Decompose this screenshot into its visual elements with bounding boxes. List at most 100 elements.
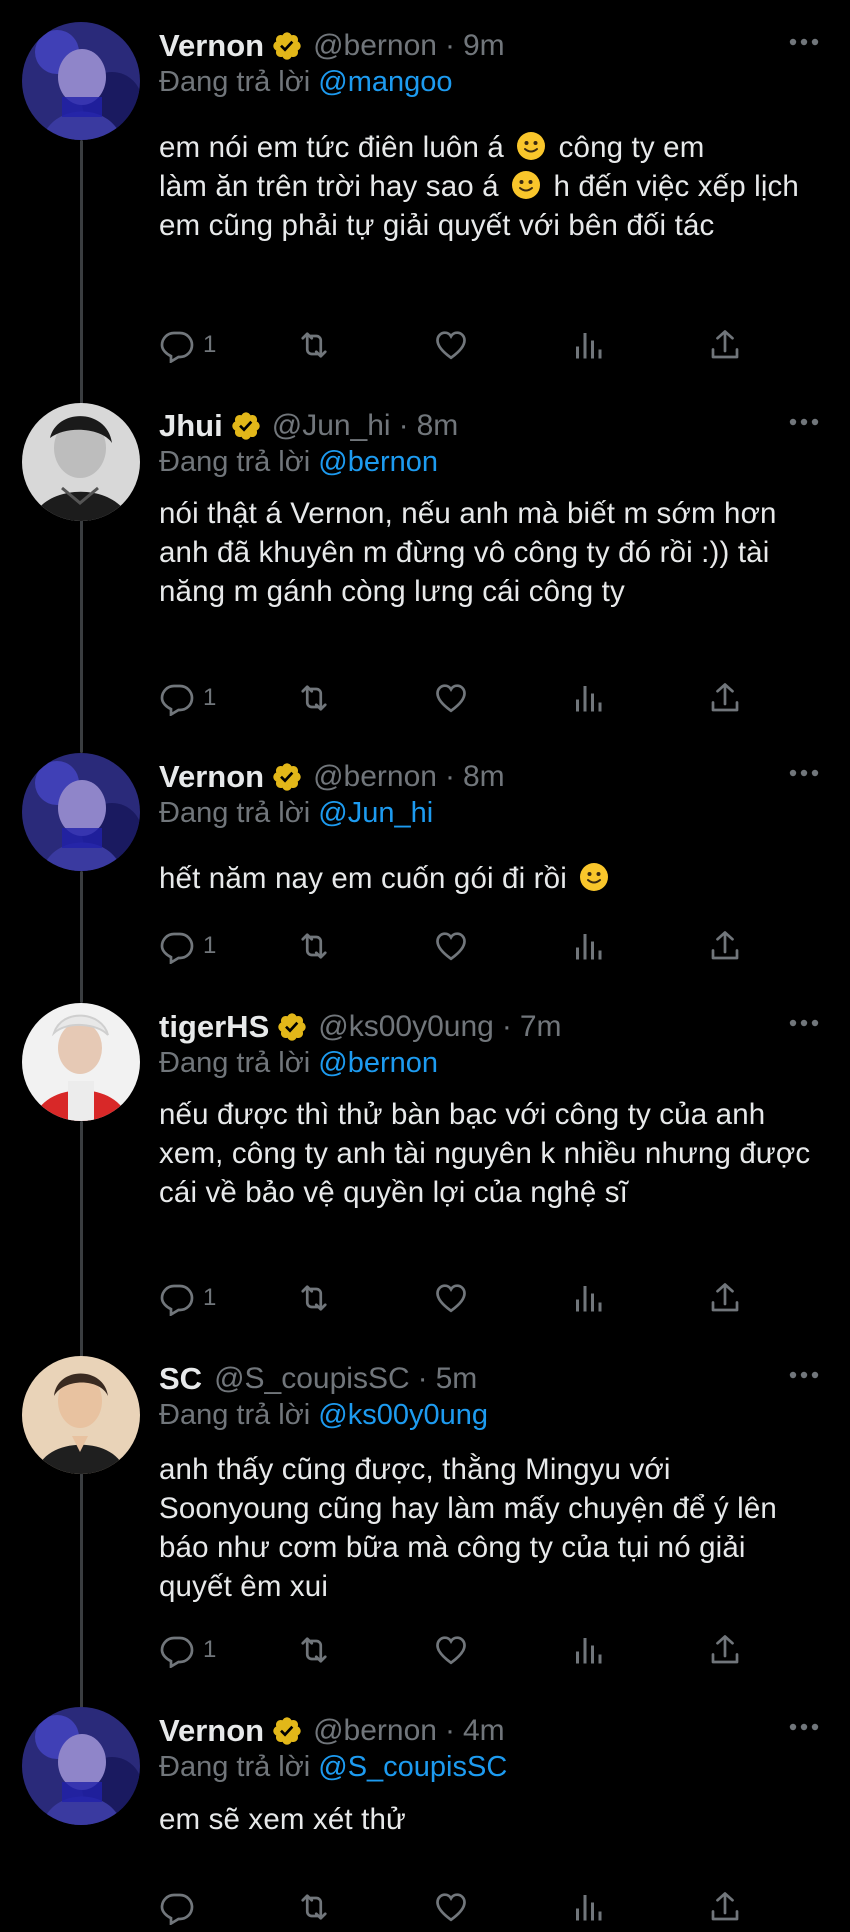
reply-button[interactable]: 1 xyxy=(159,673,216,723)
reply-button[interactable] xyxy=(159,1882,203,1932)
views-chart-icon xyxy=(576,1286,602,1312)
avatar[interactable] xyxy=(22,403,140,521)
timestamp[interactable]: 8m xyxy=(417,409,459,443)
views-button[interactable] xyxy=(570,1882,606,1932)
reply-button[interactable]: 1 xyxy=(159,1625,216,1675)
separator: · xyxy=(501,1010,512,1043)
share-button[interactable] xyxy=(707,1625,743,1675)
reply-button[interactable]: 1 xyxy=(159,1273,216,1323)
more-options-icon[interactable] xyxy=(784,402,824,442)
user-handle[interactable]: @Jun_hi xyxy=(272,409,391,443)
like-button[interactable] xyxy=(433,1882,469,1932)
reply-count: 1 xyxy=(203,1284,217,1311)
replying-to: Đang trả lời @mangoo xyxy=(159,66,453,99)
heart-icon xyxy=(436,684,466,713)
share-button[interactable] xyxy=(707,1273,743,1323)
reply-button[interactable]: 1 xyxy=(159,320,216,370)
timestamp[interactable]: 7m xyxy=(520,1010,562,1044)
share-button[interactable] xyxy=(707,1882,743,1932)
more-options-icon[interactable] xyxy=(784,1003,824,1043)
heart-icon xyxy=(436,932,466,961)
mention-link[interactable]: @ks00y0ung xyxy=(318,1399,488,1431)
reply-count: 1 xyxy=(203,1636,217,1663)
avatar-image xyxy=(22,1356,140,1474)
more-options-icon[interactable] xyxy=(784,753,824,793)
more-options-icon[interactable] xyxy=(784,1355,824,1395)
retweet-button[interactable] xyxy=(296,921,332,971)
retweet-button[interactable] xyxy=(296,1273,332,1323)
replying-to-label: Đang trả lời xyxy=(159,1399,311,1431)
views-button[interactable] xyxy=(570,673,606,723)
more-options-icon[interactable] xyxy=(784,22,824,62)
display-name[interactable]: Vernon xyxy=(159,1713,264,1749)
user-handle[interactable]: @bernon xyxy=(313,29,437,63)
avatar-image xyxy=(22,1003,140,1121)
like-button[interactable] xyxy=(433,921,469,971)
tweet-text: nếu được thì thử bàn bạc với công ty của… xyxy=(159,1098,811,1209)
views-button[interactable] xyxy=(570,1625,606,1675)
mention-link[interactable]: @mangoo xyxy=(318,66,452,98)
share-button[interactable] xyxy=(707,320,743,370)
like-button[interactable] xyxy=(433,320,469,370)
retweet-button[interactable] xyxy=(296,1882,332,1932)
views-button[interactable] xyxy=(570,1273,606,1323)
mention-link[interactable]: @bernon xyxy=(318,1047,438,1079)
like-button[interactable] xyxy=(433,1273,469,1323)
retweet-button[interactable] xyxy=(296,1625,332,1675)
heart-icon xyxy=(436,331,466,360)
user-handle[interactable]: @S_coupisSC xyxy=(214,1362,410,1396)
views-chart-icon xyxy=(576,686,602,712)
timestamp[interactable]: 5m xyxy=(436,1362,478,1396)
tweet-text-part: hết năm nay em cuốn gói đi rồi xyxy=(159,862,567,895)
like-button[interactable] xyxy=(433,1625,469,1675)
share-button[interactable] xyxy=(707,921,743,971)
replying-to-label: Đang trả lời xyxy=(159,797,311,829)
tweet-actions: 1 xyxy=(159,921,759,971)
retweet-button[interactable] xyxy=(296,673,332,723)
timestamp[interactable]: 4m xyxy=(463,1714,505,1748)
separator: · xyxy=(417,1362,428,1395)
user-handle[interactable]: @bernon xyxy=(313,1714,437,1748)
mention-link[interactable]: @S_coupisSC xyxy=(318,1751,507,1783)
avatar-image xyxy=(22,22,140,140)
avatar[interactable] xyxy=(22,753,140,871)
slightly-smiling-face-emoji xyxy=(579,862,609,892)
display-name[interactable]: Vernon xyxy=(159,759,264,795)
display-name[interactable]: Vernon xyxy=(159,28,264,64)
display-name[interactable]: Jhui xyxy=(159,408,223,444)
thread-line xyxy=(80,1473,83,1709)
tweet-text-part: làm ăn trên trời hay sao á xyxy=(159,170,499,203)
avatar[interactable] xyxy=(22,1003,140,1121)
avatar[interactable] xyxy=(22,1356,140,1474)
reply-icon xyxy=(160,1636,194,1668)
share-button[interactable] xyxy=(707,673,743,723)
thread-line xyxy=(80,513,83,753)
views-button[interactable] xyxy=(570,320,606,370)
display-name[interactable]: tigerHS xyxy=(159,1009,269,1045)
share-icon xyxy=(711,931,739,960)
user-handle[interactable]: @ks00y0ung xyxy=(318,1010,494,1044)
avatar[interactable] xyxy=(22,1707,140,1825)
replying-to: Đang trả lời @bernon xyxy=(159,1047,438,1080)
reply-count: 1 xyxy=(203,684,217,711)
timestamp[interactable]: 8m xyxy=(463,760,505,794)
mention-link[interactable]: @Jun_hi xyxy=(318,797,433,829)
verified-badge-icon xyxy=(271,1715,303,1747)
verified-badge-icon xyxy=(271,30,303,62)
timestamp[interactable]: 9m xyxy=(463,29,505,63)
separator: · xyxy=(444,29,455,62)
reply-button[interactable]: 1 xyxy=(159,921,216,971)
views-button[interactable] xyxy=(570,921,606,971)
mention-link[interactable]: @bernon xyxy=(318,446,438,478)
avatar[interactable] xyxy=(22,22,140,140)
user-handle[interactable]: @bernon xyxy=(313,760,437,794)
retweet-icon xyxy=(301,933,327,959)
retweet-icon xyxy=(301,1637,327,1663)
more-options-icon[interactable] xyxy=(784,1707,824,1747)
retweet-button[interactable] xyxy=(296,320,332,370)
display-name[interactable]: SC xyxy=(159,1361,202,1397)
replying-to: Đang trả lời @Jun_hi xyxy=(159,797,433,830)
tweet-actions xyxy=(159,1882,759,1932)
avatar-image xyxy=(22,753,140,871)
like-button[interactable] xyxy=(433,673,469,723)
